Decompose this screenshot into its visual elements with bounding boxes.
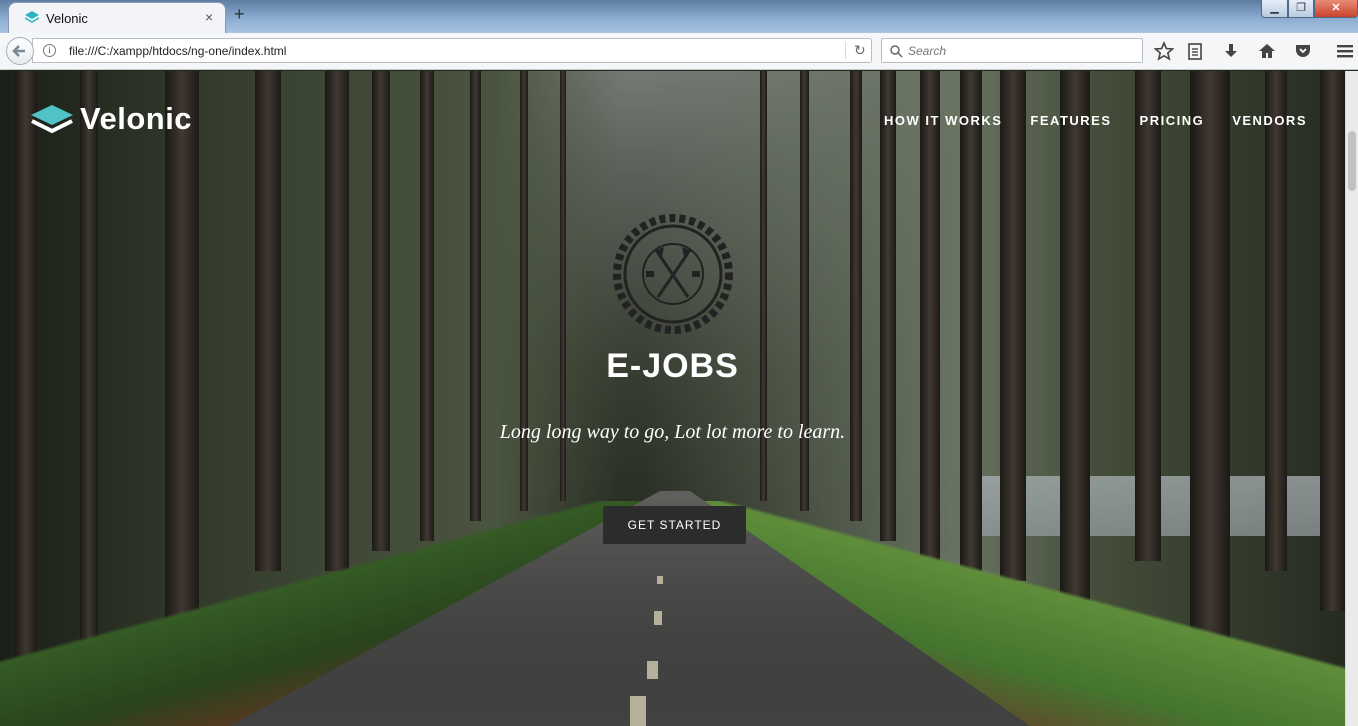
- tab-title: Velonic: [46, 11, 88, 26]
- pocket-icon[interactable]: [1293, 41, 1313, 61]
- downloads-icon[interactable]: [1221, 41, 1241, 61]
- velonic-favicon-icon: [25, 11, 39, 23]
- new-tab-button[interactable]: +: [234, 4, 245, 25]
- maximize-button[interactable]: ❐: [1288, 0, 1314, 18]
- back-button[interactable]: [6, 37, 34, 65]
- velonic-logo-icon: [31, 105, 73, 134]
- browser-navbar: i file:///C:/xampp/htdocs/ng-one/index.h…: [0, 33, 1358, 70]
- browser-tab[interactable]: Velonic ×: [8, 2, 226, 33]
- site-info-icon[interactable]: i: [43, 44, 56, 57]
- search-bar[interactable]: [881, 38, 1143, 63]
- tab-close-button[interactable]: ×: [205, 9, 213, 25]
- search-input[interactable]: [906, 41, 1136, 60]
- hero-subtitle: Long long way to go, Lot lot more to lea…: [499, 421, 846, 443]
- scrollbar-thumb[interactable]: [1348, 131, 1356, 191]
- menu-icon[interactable]: [1335, 41, 1355, 61]
- nav-vendors[interactable]: VENDORS: [1232, 113, 1307, 128]
- hero-title: E-JOBS: [606, 347, 739, 385]
- window-close-button[interactable]: ✕: [1314, 0, 1358, 18]
- main-nav: HOW IT WORKS FEATURES PRICING VENDORS: [884, 113, 1307, 128]
- crossed-axes-emblem-icon: [613, 214, 733, 334]
- site-logo[interactable]: Velonic: [30, 101, 193, 136]
- nav-features[interactable]: FEATURES: [1030, 113, 1111, 128]
- nav-pricing[interactable]: PRICING: [1140, 113, 1205, 128]
- reading-list-icon[interactable]: [1185, 41, 1205, 61]
- search-icon: [890, 45, 903, 58]
- url-text: file:///C:/xampp/htdocs/ng-one/index.htm…: [69, 44, 287, 58]
- get-started-button[interactable]: GET STARTED: [603, 506, 746, 544]
- bookmark-star-icon[interactable]: [1154, 41, 1174, 61]
- back-arrow-icon: [12, 45, 25, 57]
- hero-overlay: [0, 71, 1345, 726]
- home-icon[interactable]: [1257, 41, 1277, 61]
- page-scrollbar[interactable]: [1345, 71, 1358, 726]
- url-bar[interactable]: i file:///C:/xampp/htdocs/ng-one/index.h…: [32, 38, 872, 63]
- browser-titlebar: Velonic × + ▁ ❐ ✕: [0, 0, 1358, 33]
- brand-name: Velonic: [80, 101, 193, 136]
- reload-icon[interactable]: ↻: [845, 42, 866, 59]
- hero-section: Velonic HOW IT WORKS FEATURES PRICING VE…: [0, 71, 1345, 726]
- nav-how-it-works[interactable]: HOW IT WORKS: [884, 113, 1002, 128]
- minimize-button[interactable]: ▁: [1261, 0, 1288, 18]
